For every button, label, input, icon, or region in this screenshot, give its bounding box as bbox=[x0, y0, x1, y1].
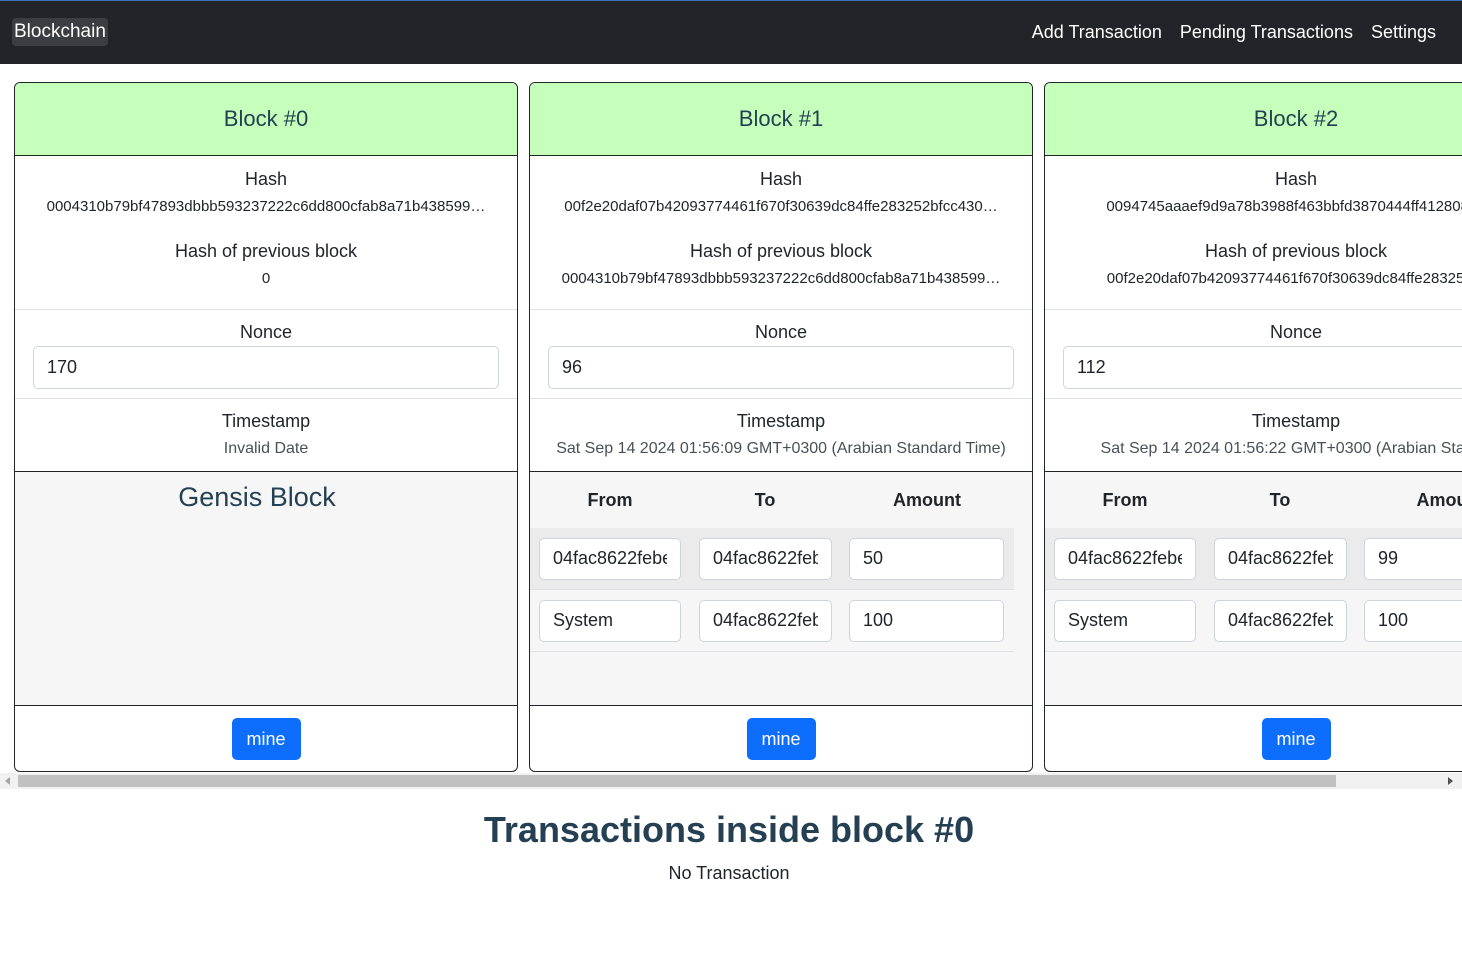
to-input[interactable] bbox=[1214, 599, 1347, 642]
block-title: Block #0 bbox=[15, 83, 517, 156]
column-header-to: To bbox=[754, 489, 776, 510]
nonce-input[interactable] bbox=[548, 346, 1014, 389]
to-input[interactable] bbox=[1214, 537, 1347, 580]
to-input[interactable] bbox=[699, 599, 832, 642]
timestamp-label: Timestamp bbox=[1251, 411, 1341, 431]
nonce-label: Nonce bbox=[754, 322, 808, 342]
amount-input[interactable] bbox=[849, 537, 1004, 580]
transactions-table: From To Amou bbox=[1045, 472, 1462, 652]
prev-hash-value: 00f2e20daf07b42093774461f670f30639dc84ff… bbox=[1106, 270, 1462, 287]
navbar: Blockchain Add Transaction Pending Trans… bbox=[0, 1, 1462, 64]
transactions-section[interactable]: From To Amou bbox=[1045, 472, 1462, 706]
nav-settings[interactable]: Settings bbox=[1371, 18, 1436, 46]
hash-label: Hash bbox=[1274, 169, 1318, 189]
transactions-section[interactable]: Gensis Block bbox=[15, 472, 517, 706]
mine-section: mine bbox=[15, 706, 517, 771]
timestamp-value: Invalid Date bbox=[223, 440, 309, 457]
horizontal-scrollbar[interactable] bbox=[0, 773, 1462, 789]
hash-value: 0004310b79bf47893dbbb593237222c6dd800cfa… bbox=[46, 198, 486, 215]
block-title: Block #2 bbox=[1045, 83, 1462, 156]
block-card-0[interactable]: Block #0 Hash 0004310b79bf47893dbbb59323… bbox=[14, 82, 518, 772]
mine-button[interactable]: mine bbox=[746, 718, 816, 760]
table-row bbox=[530, 590, 1014, 652]
prev-hash-label: Hash of previous block bbox=[1204, 241, 1388, 261]
column-header-amount: Amount bbox=[893, 489, 961, 510]
nonce-section: Nonce bbox=[530, 310, 1032, 399]
scrollbar-thumb[interactable] bbox=[18, 775, 1336, 787]
mine-button[interactable]: mine bbox=[231, 718, 301, 760]
to-input[interactable] bbox=[699, 537, 832, 580]
amount-input[interactable] bbox=[849, 599, 1004, 642]
mine-section: mine bbox=[1045, 706, 1462, 771]
nav-pending-transactions[interactable]: Pending Transactions bbox=[1180, 18, 1353, 46]
hash-value: 0094745aaaef9d9a78b3988f463bbfd3870444ff… bbox=[1106, 198, 1462, 215]
block-transactions-title: Transactions inside block #0 bbox=[483, 809, 975, 850]
amount-input[interactable] bbox=[1364, 599, 1462, 642]
scroll-left-arrow-icon[interactable] bbox=[5, 777, 10, 785]
hash-section: Hash 0004310b79bf47893dbbb593237222c6dd8… bbox=[15, 156, 517, 310]
genesis-block-label: Gensis Block bbox=[178, 482, 336, 512]
scroll-right-arrow-icon[interactable] bbox=[1448, 777, 1453, 785]
from-input[interactable] bbox=[539, 599, 681, 642]
column-header-from: From bbox=[587, 489, 633, 510]
transactions-section[interactable]: From To Amount bbox=[530, 472, 1032, 706]
hash-section: Hash 00f2e20daf07b42093774461f670f30639d… bbox=[530, 156, 1032, 310]
block-card-2[interactable]: Block #2 Hash 0094745aaaef9d9a78b3988f46… bbox=[1044, 82, 1462, 772]
hash-label: Hash bbox=[759, 169, 803, 189]
blocks-scroll-container[interactable]: Block #0 Hash 0004310b79bf47893dbbb59323… bbox=[0, 64, 1462, 774]
timestamp-section: Timestamp Sat Sep 14 2024 01:56:09 GMT+0… bbox=[530, 399, 1032, 472]
from-input[interactable] bbox=[1054, 599, 1196, 642]
transactions-table: From To Amount bbox=[530, 472, 1014, 652]
hash-section: Hash 0094745aaaef9d9a78b3988f463bbfd3870… bbox=[1045, 156, 1462, 310]
timestamp-value: Sat Sep 14 2024 01:56:22 GMT+0300 (Arabi… bbox=[1100, 440, 1462, 457]
timestamp-section: Timestamp Invalid Date bbox=[15, 399, 517, 472]
table-row bbox=[530, 528, 1014, 590]
mine-button[interactable]: mine bbox=[1261, 718, 1331, 760]
hash-label: Hash bbox=[244, 169, 288, 189]
timestamp-label: Timestamp bbox=[221, 411, 311, 431]
nonce-input[interactable] bbox=[1063, 346, 1462, 389]
table-row bbox=[1045, 528, 1462, 590]
block-title: Block #1 bbox=[530, 83, 1032, 156]
column-header-to: To bbox=[1269, 489, 1291, 510]
timestamp-value: Sat Sep 14 2024 01:56:09 GMT+0300 (Arabi… bbox=[556, 440, 1006, 457]
column-header-from: From bbox=[1102, 489, 1148, 510]
from-input[interactable] bbox=[539, 537, 681, 580]
prev-hash-value: 0004310b79bf47893dbbb593237222c6dd800cfa… bbox=[561, 270, 1001, 287]
nonce-label: Nonce bbox=[239, 322, 293, 342]
hash-value: 00f2e20daf07b42093774461f670f30639dc84ff… bbox=[564, 198, 998, 215]
no-transaction-message: No Transaction bbox=[668, 863, 790, 883]
block-card-1[interactable]: Block #1 Hash 00f2e20daf07b42093774461f6… bbox=[529, 82, 1033, 772]
table-row bbox=[1045, 590, 1462, 652]
amount-input[interactable] bbox=[1364, 537, 1462, 580]
nav-add-transaction[interactable]: Add Transaction bbox=[1032, 18, 1162, 46]
column-header-amount: Amou bbox=[1416, 489, 1462, 510]
brand-link[interactable]: Blockchain bbox=[12, 18, 108, 46]
prev-hash-label: Hash of previous block bbox=[689, 241, 873, 261]
nonce-label: Nonce bbox=[1269, 322, 1323, 342]
nonce-section: Nonce bbox=[1045, 310, 1462, 399]
from-input[interactable] bbox=[1054, 537, 1196, 580]
table-header: From To Amou bbox=[1045, 472, 1462, 528]
prev-hash-label: Hash of previous block bbox=[174, 241, 358, 261]
nav-links: Add Transaction Pending Transactions Set… bbox=[1032, 18, 1436, 46]
nonce-input[interactable] bbox=[33, 346, 499, 389]
nonce-section: Nonce bbox=[15, 310, 517, 399]
prev-hash-value: 0 bbox=[261, 270, 271, 287]
mine-section: mine bbox=[530, 706, 1032, 771]
timestamp-label: Timestamp bbox=[736, 411, 826, 431]
timestamp-section: Timestamp Sat Sep 14 2024 01:56:22 GMT+0… bbox=[1045, 399, 1462, 472]
table-header: From To Amount bbox=[530, 472, 1014, 528]
